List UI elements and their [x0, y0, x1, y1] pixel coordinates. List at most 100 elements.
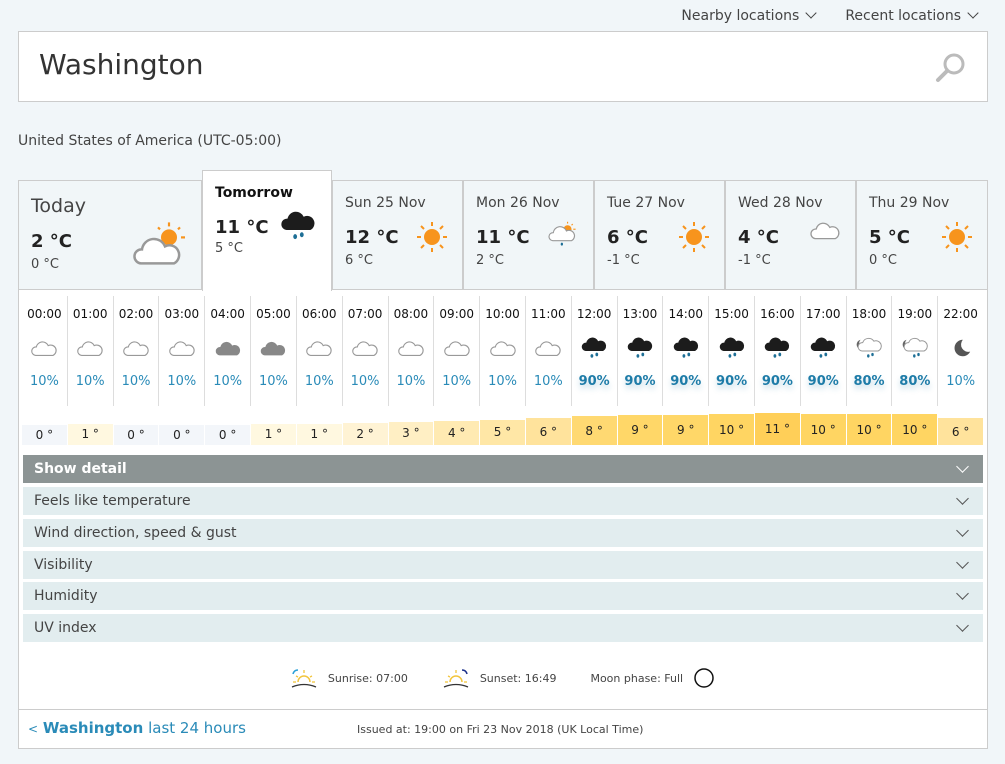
max-temp: 12 °C [345, 227, 399, 248]
hour-temp: 1 ° [296, 423, 342, 445]
full-moon-icon [694, 668, 714, 688]
hour-temp: 2 ° [342, 422, 388, 445]
hour-column: 08:00 10% [389, 296, 435, 406]
day-tab-2[interactable]: Sun 25 Nov 12 °C 6 °C [332, 180, 463, 290]
hour-temp: 10 ° [846, 414, 892, 445]
max-temp: 11 °C [215, 217, 269, 238]
precip-chance: 80% [899, 374, 931, 389]
detail-row[interactable]: UV index [23, 614, 983, 642]
cloud-icon [22, 334, 67, 362]
sun-icon [416, 221, 448, 257]
hour-time: 10:00 [485, 307, 520, 321]
hour-time: 13:00 [622, 307, 658, 321]
last-24-hours-link[interactable]: < Washington last 24 hours [28, 719, 246, 737]
hour-temp: 1 ° [67, 423, 113, 445]
min-temp: 6 °C [345, 253, 373, 268]
max-temp: 2 °C [31, 231, 73, 252]
day-tab-4[interactable]: Tue 27 Nov 6 °C -1 °C [594, 180, 725, 290]
precip-chance: 10% [213, 374, 243, 389]
search-icon[interactable] [935, 52, 967, 84]
country-timezone: United States of America (UTC-05:00) [18, 133, 282, 149]
heavy-rain-icon [663, 334, 708, 362]
location-search-input[interactable] [39, 48, 889, 81]
day-tab-0[interactable]: Today 2 °C 0 °C [18, 180, 202, 290]
precip-chance: 10% [259, 374, 288, 389]
day-tab-1[interactable]: Tomorrow 11 °C 5 °C [202, 170, 332, 291]
heavy-rain-icon [279, 211, 317, 245]
back-place: Washington [42, 719, 144, 737]
detail-label: UV index [34, 620, 97, 636]
sunset-time: Sunset: 16:49 [479, 671, 557, 685]
detail-row[interactable]: Visibility [23, 551, 983, 579]
precip-chance: 90% [670, 374, 702, 389]
hour-column: 05:00 10% [251, 296, 297, 406]
hourly-temperatures: 0 ° 1 ° 0 ° 0 ° 0 ° 1 ° 1 ° 2 ° 3 ° 4 ° 5 ° 6 ° 8 ° 9… [22, 405, 984, 445]
day-tab-6[interactable]: Thu 29 Nov 5 °C 0 °C [856, 180, 988, 290]
hour-time: 00:00 [27, 307, 62, 321]
hour-time: 05:00 [256, 307, 291, 321]
sunrise-time: Sunrise: 07:00 [327, 671, 408, 685]
hour-time: 08:00 [393, 307, 429, 321]
hour-column: 10:00 10% [480, 296, 526, 406]
cloud-icon [526, 334, 571, 362]
hour-temp: 5 ° [480, 419, 525, 445]
heavy-rain-icon [618, 334, 663, 362]
divider [19, 709, 987, 710]
cloud-icon [68, 334, 113, 362]
hour-column: 13:00 90% [618, 296, 664, 406]
hour-time: 03:00 [164, 307, 200, 321]
night-cloud-rain-icon [892, 334, 937, 362]
precip-chance: 90% [624, 374, 656, 389]
hour-temp: 10 ° [800, 414, 846, 445]
detail-label: Visibility [34, 557, 93, 573]
hour-temp: 1 ° [251, 423, 296, 445]
precip-chance: 90% [578, 374, 610, 389]
hour-column: 04:00 10% [205, 296, 252, 406]
precip-chance: 10% [75, 374, 105, 389]
hour-time: 01:00 [72, 307, 108, 321]
hour-temp: 6 ° [525, 418, 571, 445]
hour-temp: 8 ° [571, 416, 617, 445]
min-temp: 5 °C [215, 241, 243, 256]
precip-chance: 10% [442, 374, 472, 389]
sun-cloud-rain-icon [547, 221, 579, 251]
recent-locations-dropdown[interactable]: Recent locations [845, 7, 979, 24]
sunrise-icon [291, 669, 317, 688]
moon-icon [938, 334, 983, 362]
sun-cloud-icon [131, 221, 187, 270]
show-detail-toggle[interactable]: Show detail [23, 455, 983, 483]
day-tab-5[interactable]: Wed 28 Nov 4 °C -1 °C [725, 180, 856, 290]
hour-temp: 6 ° [938, 418, 984, 445]
max-temp: 11 °C [476, 227, 530, 248]
cloud-icon [809, 221, 841, 244]
day-tab-3[interactable]: Mon 26 Nov 11 °C 2 °C [463, 180, 594, 290]
detail-row[interactable]: Wind direction, speed & gust [23, 519, 983, 547]
precip-chance: 10% [488, 374, 517, 389]
hour-time: 04:00 [210, 307, 245, 321]
precip-chance: 80% [853, 374, 885, 389]
hour-column: 19:00 80% [892, 296, 939, 406]
hour-column: 09:00 10% [434, 296, 481, 406]
hour-column: 18:00 80% [847, 296, 893, 406]
hour-temp: 10 ° [892, 414, 938, 445]
hour-column: 22:00 10% [938, 296, 983, 406]
chevron-down-icon [956, 556, 969, 569]
sun-icon [678, 221, 710, 257]
hour-time: 19:00 [897, 307, 933, 321]
hour-temp: 0 ° [205, 425, 251, 445]
issued-at: Issued at: 19:00 on Fri 23 Nov 2018 (UK … [357, 723, 644, 736]
hour-column: 12:00 90% [572, 296, 618, 406]
detail-row[interactable]: Feels like temperature [23, 487, 983, 515]
day-name: Tomorrow [215, 185, 293, 201]
back-chevron: < [28, 722, 39, 736]
recent-label: Recent locations [845, 8, 961, 24]
hour-temp: 0 ° [113, 425, 159, 445]
max-temp: 5 °C [869, 227, 911, 248]
precip-chance: 10% [167, 374, 197, 389]
hour-time: 17:00 [805, 307, 841, 321]
hour-column: 03:00 10% [159, 296, 206, 406]
detail-row[interactable]: Humidity [23, 582, 983, 610]
nearby-locations-dropdown[interactable]: Nearby locations [681, 7, 817, 24]
hour-column: 15:00 90% [709, 296, 755, 406]
hour-temp: 0 ° [159, 425, 205, 445]
